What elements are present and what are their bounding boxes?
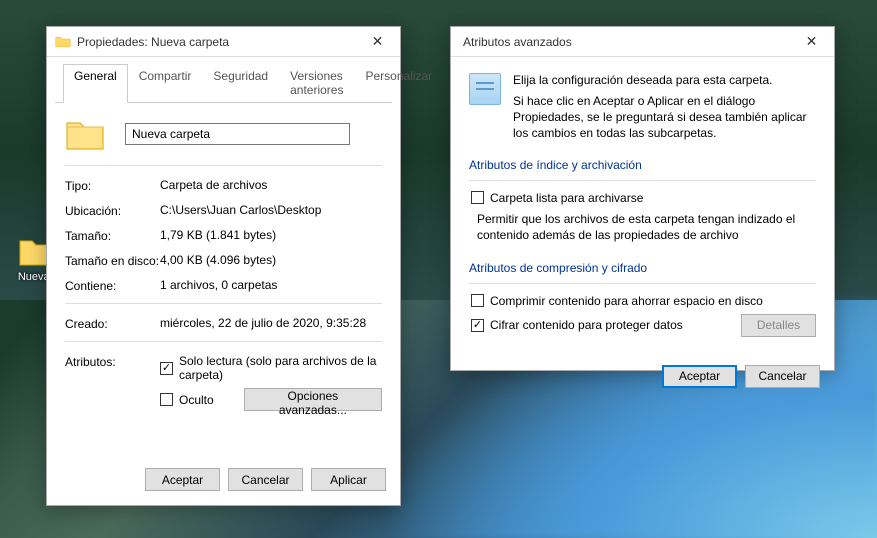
titlebar[interactable]: Propiedades: Nueva carpeta ✕ (47, 27, 400, 57)
dialog-body: Elija la configuración deseada para esta… (451, 57, 834, 355)
advanced-attributes-dialog: Atributos avanzados ✕ Elija la configura… (450, 26, 835, 371)
checkbox-solo-lectura[interactable]: Solo lectura (solo para archivos de la c… (160, 354, 382, 382)
label-contiene: Contiene: (65, 278, 160, 293)
attributes-icon (469, 73, 501, 105)
checkbox-icon (160, 393, 173, 406)
titlebar[interactable]: Atributos avanzados ✕ (451, 27, 834, 57)
checkbox-label: Solo lectura (solo para archivos de la c… (179, 354, 382, 382)
checkbox-indizar[interactable]: Permitir que los archivos de esta carpet… (471, 211, 816, 243)
tab-personalizar[interactable]: Personalizar (354, 64, 443, 103)
checkbox-label: Cifrar contenido para proteger datos (490, 318, 683, 332)
tab-panel-general: Tipo: Carpeta de archivos Ubicación: C:\… (47, 103, 400, 458)
checkbox-label: Carpeta lista para archivarse (490, 191, 643, 205)
checkbox-label: Oculto (179, 393, 214, 407)
label-tamano: Tamaño: (65, 228, 160, 243)
checkbox-icon (471, 294, 484, 307)
checkbox-icon (160, 362, 173, 375)
detalles-button[interactable]: Detalles (741, 314, 816, 337)
group-label-compress: Atributos de compresión y cifrado (469, 261, 816, 275)
checkbox-icon (471, 319, 484, 332)
label-tipo: Tipo: (65, 178, 160, 193)
value-tipo: Carpeta de archivos (160, 178, 382, 192)
cancelar-button[interactable]: Cancelar (745, 365, 820, 388)
value-tamano-disco: 4,00 KB (4.096 bytes) (160, 253, 382, 267)
aceptar-button[interactable]: Aceptar (662, 365, 737, 388)
close-button[interactable]: ✕ (355, 27, 400, 57)
window-title: Propiedades: Nueva carpeta (77, 35, 355, 49)
tab-compartir[interactable]: Compartir (128, 64, 203, 103)
cancelar-button[interactable]: Cancelar (228, 468, 303, 491)
value-creado: miércoles, 22 de julio de 2020, 9:35:28 (160, 316, 382, 330)
checkbox-comprimir[interactable]: Comprimir contenido para ahorrar espacio… (471, 294, 816, 308)
value-ubicacion: C:\Users\Juan Carlos\Desktop (160, 203, 382, 217)
close-button[interactable]: ✕ (789, 27, 834, 57)
close-icon: ✕ (806, 33, 818, 50)
checkbox-oculto[interactable]: Oculto (160, 393, 214, 407)
tab-general[interactable]: General (63, 64, 128, 103)
checkbox-icon (471, 191, 484, 204)
intro-text-1: Elija la configuración deseada para esta… (513, 73, 816, 87)
checkbox-cifrar[interactable]: Cifrar contenido para proteger datos (471, 318, 683, 332)
window-title: Atributos avanzados (459, 35, 789, 49)
properties-dialog: Propiedades: Nueva carpeta ✕ General Com… (46, 26, 401, 506)
tab-versiones[interactable]: Versiones anteriores (279, 64, 354, 103)
tab-strip: General Compartir Seguridad Versiones an… (55, 57, 392, 103)
folder-icon (55, 35, 71, 49)
aplicar-button[interactable]: Aplicar (311, 468, 386, 491)
tab-seguridad[interactable]: Seguridad (202, 64, 279, 103)
value-tamano: 1,79 KB (1.841 bytes) (160, 228, 382, 242)
label-atributos: Atributos: (65, 354, 160, 369)
folder-icon (65, 117, 105, 151)
checkbox-label: Permitir que los archivos de esta carpet… (477, 211, 816, 243)
intro-text-2: Si hace clic en Aceptar o Aplicar en el … (513, 93, 816, 142)
group-label-index: Atributos de índice y archivación (469, 158, 816, 172)
value-contiene: 1 archivos, 0 carpetas (160, 278, 382, 292)
label-tamano-disco: Tamaño en disco: (65, 253, 160, 268)
checkbox-label: Comprimir contenido para ahorrar espacio… (490, 294, 763, 308)
dialog-footer: Aceptar Cancelar (451, 355, 834, 402)
opciones-avanzadas-button[interactable]: Opciones avanzadas... (244, 388, 382, 411)
label-ubicacion: Ubicación: (65, 203, 160, 218)
aceptar-button[interactable]: Aceptar (145, 468, 220, 491)
close-icon: ✕ (372, 33, 384, 50)
label-creado: Creado: (65, 316, 160, 331)
folder-name-input[interactable] (125, 123, 350, 145)
dialog-footer: Aceptar Cancelar Aplicar (47, 458, 400, 505)
checkbox-archivar[interactable]: Carpeta lista para archivarse (471, 191, 816, 205)
